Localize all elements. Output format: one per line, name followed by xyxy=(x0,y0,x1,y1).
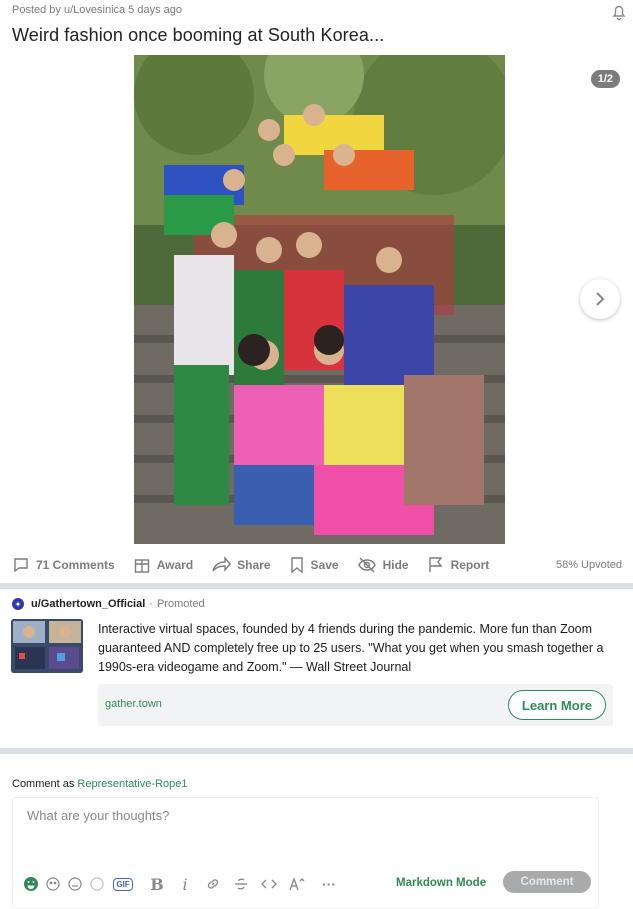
comment-submit-button[interactable]: Comment xyxy=(503,871,591,893)
save-button[interactable]: Save xyxy=(289,556,339,574)
promo-username[interactable]: u/Gathertown_Official xyxy=(31,598,145,610)
hide-button[interactable]: Hide xyxy=(357,556,409,574)
emoji-icon[interactable] xyxy=(20,873,42,895)
comments-button[interactable]: 71 Comments xyxy=(12,556,115,574)
share-label: Share xyxy=(237,558,271,572)
comment-toolbar: GIF B i ··· Markdown Mode Comment xyxy=(13,871,598,897)
comment-as-username[interactable]: Representative-Rope1 xyxy=(77,778,187,790)
sticker-icon[interactable] xyxy=(86,873,108,895)
gif-icon[interactable]: GIF xyxy=(112,873,134,895)
italic-icon[interactable]: i xyxy=(174,873,196,895)
bell-icon[interactable] xyxy=(609,2,629,22)
save-label: Save xyxy=(310,558,339,572)
promo-thumbnail[interactable] xyxy=(11,619,83,673)
award-label: Award xyxy=(156,558,194,572)
comment-bubble-icon xyxy=(14,558,28,573)
superscript-icon[interactable] xyxy=(286,873,308,895)
award-icon xyxy=(134,559,149,573)
inline-code-icon[interactable] xyxy=(258,873,280,895)
post-image[interactable] xyxy=(134,55,505,544)
eye-slash-icon xyxy=(357,557,376,573)
link-icon[interactable] xyxy=(202,873,224,895)
promo-link-bar[interactable]: gather.town Learn More xyxy=(98,684,613,726)
comment-as: Comment as Representative-Rope1 xyxy=(12,778,188,790)
promoted-label: Promoted xyxy=(156,598,205,610)
upvote-ratio: 58% Upvoted xyxy=(555,559,622,571)
promo-avatar[interactable]: ✦ xyxy=(12,598,24,610)
comment-editor[interactable]: What are your thoughts? GIF B i ··· Mark… xyxy=(12,797,599,909)
share-arrow-icon xyxy=(212,556,232,572)
sticker-icon[interactable] xyxy=(42,873,64,895)
gallery-counter: 1/2 xyxy=(590,70,620,88)
hide-label: Hide xyxy=(382,558,409,572)
report-button[interactable]: Report xyxy=(427,556,490,574)
section-separator xyxy=(0,748,633,754)
promo-domain-link[interactable]: gather.town xyxy=(105,698,162,710)
comment-placeholder: What are your thoughts? xyxy=(27,808,170,823)
post-title: Weird fashion once booming at South Kore… xyxy=(12,25,385,45)
promo-description: Interactive virtual spaces, founded by 4… xyxy=(98,622,604,674)
promo-separator-dot: · xyxy=(149,598,153,610)
sticker-icon[interactable] xyxy=(64,873,86,895)
award-button[interactable]: Award xyxy=(133,556,193,574)
post-meta: Posted by u/Lovesinica 5 days ago xyxy=(12,4,183,16)
bold-icon[interactable]: B xyxy=(146,873,168,895)
comments-label: 71 Comments xyxy=(36,558,115,572)
next-image-button[interactable] xyxy=(580,279,620,319)
share-button[interactable]: Share xyxy=(211,556,271,574)
report-label: Report xyxy=(450,558,490,572)
learn-more-button[interactable]: Learn More xyxy=(507,690,606,720)
post-actions: 71 Comments Award Share Save Hide Report… xyxy=(12,552,622,578)
chevron-right-icon xyxy=(596,292,605,306)
more-options-icon[interactable]: ··· xyxy=(318,873,340,895)
promo-header: ✦ u/Gathertown_Official · Promoted xyxy=(12,598,205,610)
strikethrough-icon[interactable] xyxy=(230,873,252,895)
flag-icon xyxy=(428,557,442,572)
section-separator xyxy=(0,583,633,589)
bookmark-icon xyxy=(290,557,303,574)
markdown-mode-button[interactable]: Markdown Mode xyxy=(396,877,486,889)
comment-as-label: Comment as xyxy=(12,778,75,790)
